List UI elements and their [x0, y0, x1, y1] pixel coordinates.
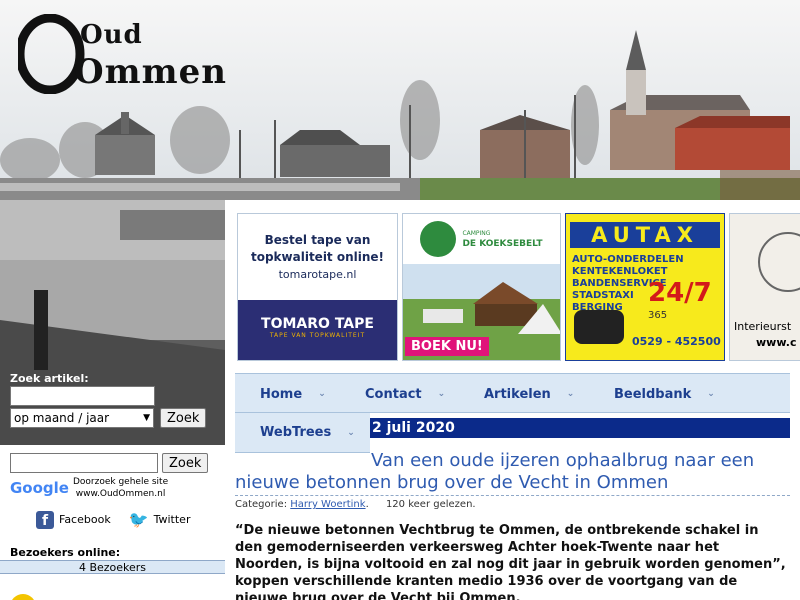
visitors-panel: Bezoekers online: 4 Bezoekers [0, 546, 225, 600]
header-banner: Oud Ommen [0, 0, 800, 200]
facebook-link[interactable]: f Facebook [36, 510, 111, 529]
google-search: Zoek Google Doorzoek gehele site www.Oud… [10, 453, 220, 500]
nav-contact[interactable]: Contact ⌄ [365, 374, 445, 414]
ad3-service2: KENTEKENLOKET [572, 266, 668, 277]
chevron-down-icon: ⌄ [347, 427, 355, 438]
ad2-name: DE KOEKSEBELT [462, 239, 543, 249]
nav-beeldbank[interactable]: Beeldbank ⌄ [614, 374, 715, 414]
visitors-label: Bezoekers online: [10, 546, 121, 559]
nav-artikelen-label: Artikelen [484, 386, 551, 402]
logo-line2: Ommen [74, 52, 227, 92]
ad-autax[interactable]: AUTAX AUTO-ONDERDELEN KENTEKENLOKET BAND… [565, 213, 725, 361]
facebook-label: Facebook [59, 513, 111, 526]
tire-icon [574, 310, 624, 344]
category-label: Categorie: [235, 499, 288, 510]
google-text-2: www.OudOmmen.nl [75, 489, 166, 499]
twitter-label: Twitter [153, 513, 191, 526]
ad1-tagline: TAPE VAN TOPKWALITEIT [269, 332, 366, 339]
chevron-down-icon: ⌄ [318, 389, 326, 399]
ad4-text2: www.c [756, 336, 797, 349]
nav-artikelen[interactable]: Artikelen ⌄ [484, 374, 574, 414]
camping-tree-icon [420, 221, 457, 257]
nav-webtrees[interactable]: WebTrees ⌄ [235, 413, 370, 453]
read-count: 120 keer gelezen. [385, 499, 476, 510]
nav-home-label: Home [260, 386, 303, 402]
article-body: “De nieuwe betonnen Vechtbrug te Ommen, … [235, 523, 786, 600]
ad1-line3: tomarotape.nl [278, 268, 357, 281]
google-logo: Google [10, 479, 69, 497]
meta-sep: . [365, 499, 369, 510]
ad3-service1: AUTO-ONDERDELEN [572, 254, 684, 265]
ad-tomaro-tape[interactable]: Bestel tape van topkwaliteit online! tom… [237, 213, 398, 361]
author-link[interactable]: Harry Woertink [290, 499, 365, 510]
visitors-count: 4 Bezoekers [0, 560, 225, 574]
ad3-brand: AUTAX [570, 222, 720, 248]
article-title-line1: Van een oude ijzeren ophaalbrug naar een [371, 450, 755, 471]
ad1-line1: Bestel tape van [264, 233, 371, 247]
social-links: f Facebook 🐦 Twitter [36, 510, 226, 529]
main-nav: Home ⌄ Contact ⌄ Artikelen ⌄ Beeldbank ⌄ [235, 373, 790, 413]
article-search: Zoek artikel: op maand / jaar ▼ Zoek [10, 372, 220, 428]
ad3-badge: 24/7 [648, 278, 712, 308]
period-select[interactable]: op maand / jaar ▼ [10, 408, 154, 428]
ad-studio-interieur[interactable]: Interieurst www.c [729, 213, 800, 361]
chevron-down-icon: ⌄ [437, 389, 446, 399]
chevron-down-icon: ▼ [143, 413, 150, 423]
twitter-link[interactable]: 🐦 Twitter [129, 510, 191, 529]
period-select-value: op maand / jaar [14, 411, 110, 425]
nav-home[interactable]: Home ⌄ [260, 374, 326, 414]
article-title-line2: nieuwe betonnen brug over de Vecht in Om… [235, 472, 669, 493]
ad-camping-koeksebelt[interactable]: CAMPING DE KOEKSEBELT BOEK NU! [402, 213, 561, 361]
chevron-down-icon: ⌄ [566, 389, 575, 399]
ad2-small: CAMPING [462, 230, 491, 237]
chevron-down-icon: ⌄ [707, 389, 715, 399]
search-label: Zoek artikel: [10, 372, 89, 385]
ad3-badge-sub: 365 [648, 310, 668, 321]
article-meta: Categorie: Harry Woertink. 120 keer gele… [235, 495, 790, 510]
site-logo[interactable]: Oud Ommen [18, 14, 226, 94]
search-button[interactable]: Zoek [160, 408, 207, 428]
google-search-input[interactable] [10, 453, 158, 473]
google-search-button[interactable]: Zoek [162, 453, 209, 473]
search-input[interactable] [10, 386, 155, 406]
nav-webtrees-label: WebTrees [260, 425, 332, 440]
ad1-line2: topkwaliteit online! [250, 250, 385, 264]
studio-circle-icon [758, 232, 800, 292]
article-date: 2 juli 2020 [370, 418, 790, 438]
ad1-brand: TOMARO TAPE [261, 316, 374, 332]
nav-contact-label: Contact [365, 386, 422, 402]
logo-line1: Oud [80, 20, 143, 50]
ad2-cta[interactable]: BOEK NU! [405, 337, 489, 356]
ad4-text1: Interieurst [734, 320, 792, 333]
ad3-phone: 0529 - 452500 [632, 335, 721, 348]
article-title[interactable]: Van een oude ijzeren ophaalbrug naar een… [235, 450, 790, 494]
facebook-icon: f [36, 510, 54, 529]
nav-beeldbank-label: Beeldbank [614, 386, 692, 402]
google-text-1: Doorzoek gehele site [72, 477, 169, 487]
twitter-icon: 🐦 [128, 510, 149, 529]
